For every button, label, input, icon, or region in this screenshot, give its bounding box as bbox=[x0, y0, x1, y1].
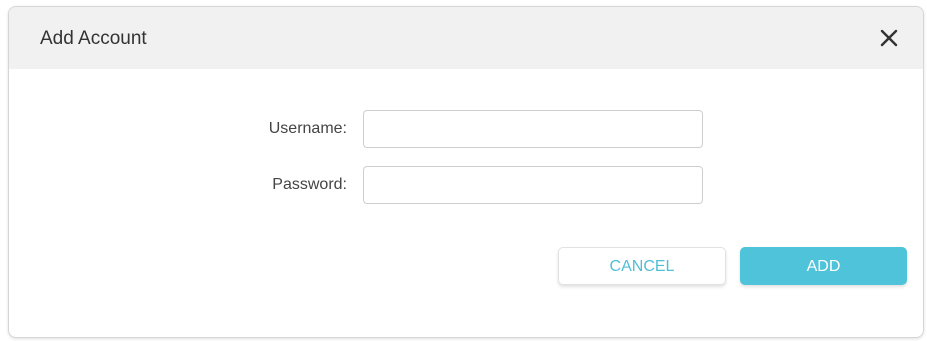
close-button[interactable] bbox=[877, 26, 901, 50]
add-account-dialog: Add Account Username: Password: CANCEL A… bbox=[8, 6, 924, 338]
close-icon bbox=[880, 29, 898, 47]
username-input[interactable] bbox=[363, 110, 703, 148]
password-input[interactable] bbox=[363, 166, 703, 204]
cancel-button[interactable]: CANCEL bbox=[558, 247, 726, 285]
dialog-title: Add Account bbox=[40, 28, 147, 49]
dialog-header: Add Account bbox=[9, 7, 923, 69]
password-label: Password: bbox=[272, 176, 347, 193]
username-label: Username: bbox=[268, 120, 347, 137]
add-button[interactable]: ADD bbox=[740, 247, 907, 285]
